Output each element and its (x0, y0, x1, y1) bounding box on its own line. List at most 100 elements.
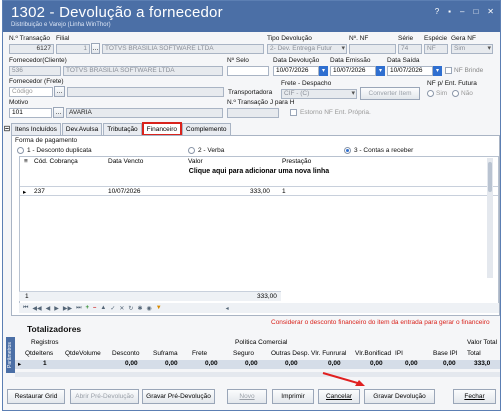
transacao-field: 6127 (9, 44, 54, 54)
fechar-button[interactable]: Fechar (453, 389, 496, 404)
col-cod-cobranca[interactable]: Cód. Cobrança (34, 158, 78, 165)
cell-data-vencto[interactable]: 10/07/2026 (108, 188, 141, 195)
gravar-devolucao-button[interactable]: Gravar Devolução (364, 389, 435, 404)
filial-code-field[interactable]: 1 (56, 44, 90, 54)
calendar-icon[interactable]: ▾ (376, 66, 385, 76)
filter-icon[interactable]: ▼ (156, 305, 162, 311)
cancelar-button[interactable]: Cancelar (318, 389, 360, 404)
next-record-icon[interactable]: ▶ (54, 305, 59, 312)
val-frete: 0,00 (205, 360, 218, 367)
delete-record-icon[interactable]: – (93, 305, 96, 311)
edit-record-icon[interactable]: ▲ (100, 305, 106, 311)
cell-valor[interactable]: 333,00 (250, 188, 270, 195)
filial-search-button[interactable]: … (91, 43, 100, 54)
first-record-icon[interactable]: ⏮ (23, 305, 28, 312)
motivo-search-button[interactable]: … (53, 107, 64, 118)
prev-page-icon[interactable]: ◀◀ (32, 305, 41, 312)
calendar-icon[interactable]: ▾ (319, 66, 328, 76)
motivo-code-field[interactable]: 101 (9, 108, 52, 118)
add-record-icon[interactable]: + (86, 305, 90, 311)
especie-field[interactable]: NF (424, 44, 448, 54)
tab-complemento[interactable]: Complemento (182, 123, 231, 135)
val-total: 333,0 (474, 360, 491, 367)
contas-receber-radio[interactable] (344, 147, 351, 154)
goto-bookmark-icon[interactable]: ◉ (146, 305, 151, 312)
parametros-side-tab[interactable]: Parâmetros (6, 337, 15, 373)
frete-despacho-select[interactable]: CIF - (C) (281, 89, 357, 99)
col-data-vencto[interactable]: Data Vencto (108, 158, 143, 165)
post-record-icon[interactable]: ✓ (110, 305, 115, 312)
grid-navigator: ⏮ ◀◀ ◀ ▶ ▶▶ ⏭ + – ▲ ✓ ✕ ↻ ✱ ◉ ▼ ◂ (19, 303, 499, 313)
bookmark-icon[interactable]: ✱ (137, 305, 142, 312)
col-base-ipi: Base IPI (433, 350, 458, 357)
cell-cod-cobranca[interactable]: 237 (34, 188, 45, 195)
totalizadores-header: QtdeItens QtdeVolume Desconto Suframa Fr… (15, 339, 500, 359)
nf-brinde-checkbox[interactable] (445, 67, 452, 74)
add-row-hint[interactable]: Clique aqui para adicionar uma nova linh… (20, 168, 498, 178)
grid-menu-icon[interactable]: ⊟ (3, 123, 11, 134)
gera-nf-select[interactable]: Sim (451, 44, 493, 54)
nf-futura-sim-label: Sim (436, 90, 448, 97)
grid-scrollbar[interactable] (487, 158, 493, 278)
desconto-duplicata-radio[interactable] (17, 147, 24, 154)
fornecedor-frete-search-button[interactable]: … (54, 86, 65, 97)
nf-futura-nao-label: Não (461, 90, 473, 97)
abrir-pre-devolucao-button[interactable]: Abrir Pré-Devolução (70, 389, 139, 404)
pin-icon[interactable]: ▪ (448, 7, 451, 16)
col-valor-total: Valor Total (467, 339, 498, 346)
tab-itens-incluidos[interactable]: Itens Incluídos (11, 123, 61, 135)
fornecedor-frete-code[interactable]: Código (9, 87, 53, 97)
nf-futura-nao-radio[interactable] (452, 90, 459, 97)
col-qtde-volume: QtdeVolume (65, 350, 101, 357)
col-total: Total (467, 350, 481, 357)
val-vlr-funrural: 0,00 (328, 360, 341, 367)
calendar-icon[interactable]: ▾ (433, 66, 442, 76)
scroll-left-icon[interactable]: ◂ (226, 305, 229, 312)
novo-button[interactable]: Novo (227, 389, 267, 404)
converter-item-button[interactable]: Converter Item (360, 87, 420, 100)
main-window: 1302 - Devolução a fornecedor Distribuiç… (2, 0, 501, 411)
maximize-icon[interactable]: □ (473, 7, 478, 16)
verba-radio[interactable] (188, 147, 195, 154)
help-icon[interactable]: ? (435, 7, 439, 16)
fornecedor-frete-label: Fornecedor (Frete) (9, 78, 64, 85)
grid-header-menu-icon[interactable]: ≡ (24, 158, 28, 165)
totalizadores-values: ▸ 1 0,00 0,00 0,00 0,00 0,00 0,00 0,00 0… (15, 360, 500, 369)
estorno-label: Estorno NF Ent. Própria. (300, 109, 371, 116)
forma-pagamento-label: Forma de pagamento (15, 137, 78, 144)
serie-field[interactable]: 74 (398, 44, 422, 54)
transacao-para-field[interactable] (227, 108, 279, 118)
col-prestacao[interactable]: Prestação (282, 158, 311, 165)
estorno-checkbox[interactable] (290, 109, 297, 116)
data-saida-field[interactable]: 10/07/2026 (387, 66, 433, 76)
tab-financeiro[interactable]: Financeiro (141, 122, 183, 136)
close-icon[interactable]: ✕ (487, 7, 494, 16)
serie-label: Série (398, 35, 414, 42)
next-page-icon[interactable]: ▶▶ (63, 305, 72, 312)
tipo-devolucao-select[interactable]: 2- Dev. Entrega Futur (267, 44, 347, 54)
nnf-field[interactable] (349, 44, 396, 54)
data-devolucao-field[interactable]: 10/07/2026 (273, 66, 319, 76)
totals-scrollbar[interactable] (15, 372, 500, 377)
data-emissao-field[interactable]: 10/07/2026 (330, 66, 376, 76)
gravar-pre-devolucao-button[interactable]: Gravar Pré-Devolução (142, 389, 215, 404)
tipo-devolucao-label: Tipo Devolução (267, 35, 312, 42)
col-outras-desp: Outras Desp. (271, 350, 310, 357)
cancel-record-icon[interactable]: ✕ (119, 305, 124, 312)
selo-label: Nº Selo (227, 57, 249, 64)
tab-tributacao[interactable]: Tributação (103, 123, 142, 135)
tab-dev-avulsa[interactable]: Dev.Avulsa (61, 123, 103, 135)
refresh-icon[interactable]: ↻ (128, 305, 133, 312)
table-row[interactable]: ▸ 237 10/07/2026 333,00 1 (20, 186, 498, 196)
imprimir-button[interactable]: Imprimir (272, 389, 314, 404)
nf-futura-sim-radio[interactable] (427, 90, 434, 97)
minimize-icon[interactable]: – (460, 7, 464, 16)
prev-record-icon[interactable]: ◀ (46, 305, 51, 312)
cell-prestacao[interactable]: 1 (282, 188, 286, 195)
selo-field[interactable] (227, 66, 269, 76)
grid-header: ≡ Cód. Cobrança Data Vencto Valor Presta… (20, 157, 498, 167)
fornecedor-cliente-code[interactable]: 536 (9, 66, 61, 76)
restaurar-grid-button[interactable]: Restaurar Grid (7, 389, 65, 404)
col-valor[interactable]: Valor (188, 158, 203, 165)
last-record-icon[interactable]: ⏭ (76, 305, 81, 312)
